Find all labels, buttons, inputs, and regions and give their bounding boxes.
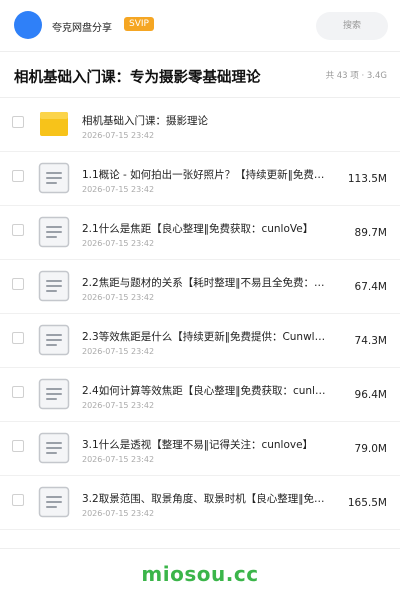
item-name[interactable]: 2.4如何计算等效焦距【良心整理‖免费获取：cunlove】 [82,383,328,398]
item-date: 2026-07-15 23:42 [82,455,155,464]
page-title: 相机基础入门课：专为摄影零基础理论 [14,70,261,86]
file-list: 相机基础入门课：摄影理论 2026-07-15 23:42 1.1概论 - 如何拍出… [0,98,400,530]
file-row[interactable]: 2.2焦距与题材的关系【耗时整理‖不易且全免费：cunlove】 2026-07-… [0,260,400,314]
file-icon [38,432,70,464]
file-row[interactable]: 1.1概论 - 如何拍出一张好照片？【持续更新‖免费获取】 2026-07-15 … [0,152,400,206]
file-row[interactable]: 2.1什么是焦距【良心整理‖免费获取：cunloVe】 2026-07-15 23… [0,206,400,260]
item-date: 2026-07-15 23:42 [82,239,155,248]
row-checkbox[interactable] [12,116,24,128]
row-checkbox[interactable] [12,224,24,236]
avatar[interactable] [14,11,42,39]
file-icon [38,216,70,248]
item-name[interactable]: 2.2焦距与题材的关系【耗时整理‖不易且全免费：cunlove】 [82,275,328,290]
app-name: 夸克网盘分享 [52,23,112,34]
item-count-size: 共 43 项 · 3.4G [325,71,387,81]
row-checkbox[interactable] [12,332,24,344]
file-row[interactable]: 2.4如何计算等效焦距【良心整理‖免费获取：cunlove】 2026-07-15… [0,368,400,422]
file-icon [38,486,70,518]
file-icon [38,270,70,302]
item-name[interactable]: 3.1什么是透视【整理不易‖记得关注：cunlove】 [82,437,328,452]
item-date: 2026-07-15 23:42 [82,293,155,302]
file-icon [38,162,70,194]
item-name[interactable]: 3.2取景范围、取景角度、取景时机【良心整理‖免费获取】 [82,491,328,506]
item-date: 2026-07-15 23:42 [82,131,155,140]
item-date: 2026-07-15 23:42 [82,509,155,518]
item-name[interactable]: 2.3等效焦距是什么【持续更新‖免费提供：Cunwlove】 [82,329,328,344]
item-name[interactable]: 1.1概论 - 如何拍出一张好照片？【持续更新‖免费获取】 [82,167,328,182]
item-size: 74.3M [354,335,387,347]
item-size: 165.5M [347,497,387,509]
item-name[interactable]: 相机基础入门课：摄影理论 [82,113,328,128]
header-bar: 夸克网盘分享 SVIP 搜索 [0,0,400,52]
item-size: 113.5M [347,173,387,185]
item-date: 2026-07-15 23:42 [82,185,155,194]
file-icon [38,378,70,410]
item-date: 2026-07-15 23:42 [82,401,155,410]
title-bar: 相机基础入门课：专为摄影零基础理论 共 43 项 · 3.4G [0,52,400,98]
file-row[interactable]: 2.3等效焦距是什么【持续更新‖免费提供：Cunwlove】 2026-07-15… [0,314,400,368]
file-row[interactable]: 3.2取景范围、取景角度、取景时机【良心整理‖免费获取】 2026-07-15 2… [0,476,400,530]
folder-icon [38,108,70,140]
footer: miosou.cc [0,548,400,600]
item-date: 2026-07-15 23:42 [82,347,155,356]
row-checkbox[interactable] [12,386,24,398]
search-input[interactable]: 搜索 [316,12,388,40]
row-checkbox[interactable] [12,494,24,506]
row-checkbox[interactable] [12,278,24,290]
watermark-text: miosou.cc [141,562,259,586]
item-size: 96.4M [354,389,387,401]
row-checkbox[interactable] [12,440,24,452]
row-checkbox[interactable] [12,170,24,182]
file-row[interactable]: 3.1什么是透视【整理不易‖记得关注：cunlove】 2026-07-15 23… [0,422,400,476]
item-size: 89.7M [354,227,387,239]
svip-badge: SVIP [124,17,154,31]
item-size: 79.0M [354,443,387,455]
item-size: 67.4M [354,281,387,293]
folder-row[interactable]: 相机基础入门课：摄影理论 2026-07-15 23:42 [0,98,400,152]
item-name[interactable]: 2.1什么是焦距【良心整理‖免费获取：cunloVe】 [82,221,328,236]
file-icon [38,324,70,356]
